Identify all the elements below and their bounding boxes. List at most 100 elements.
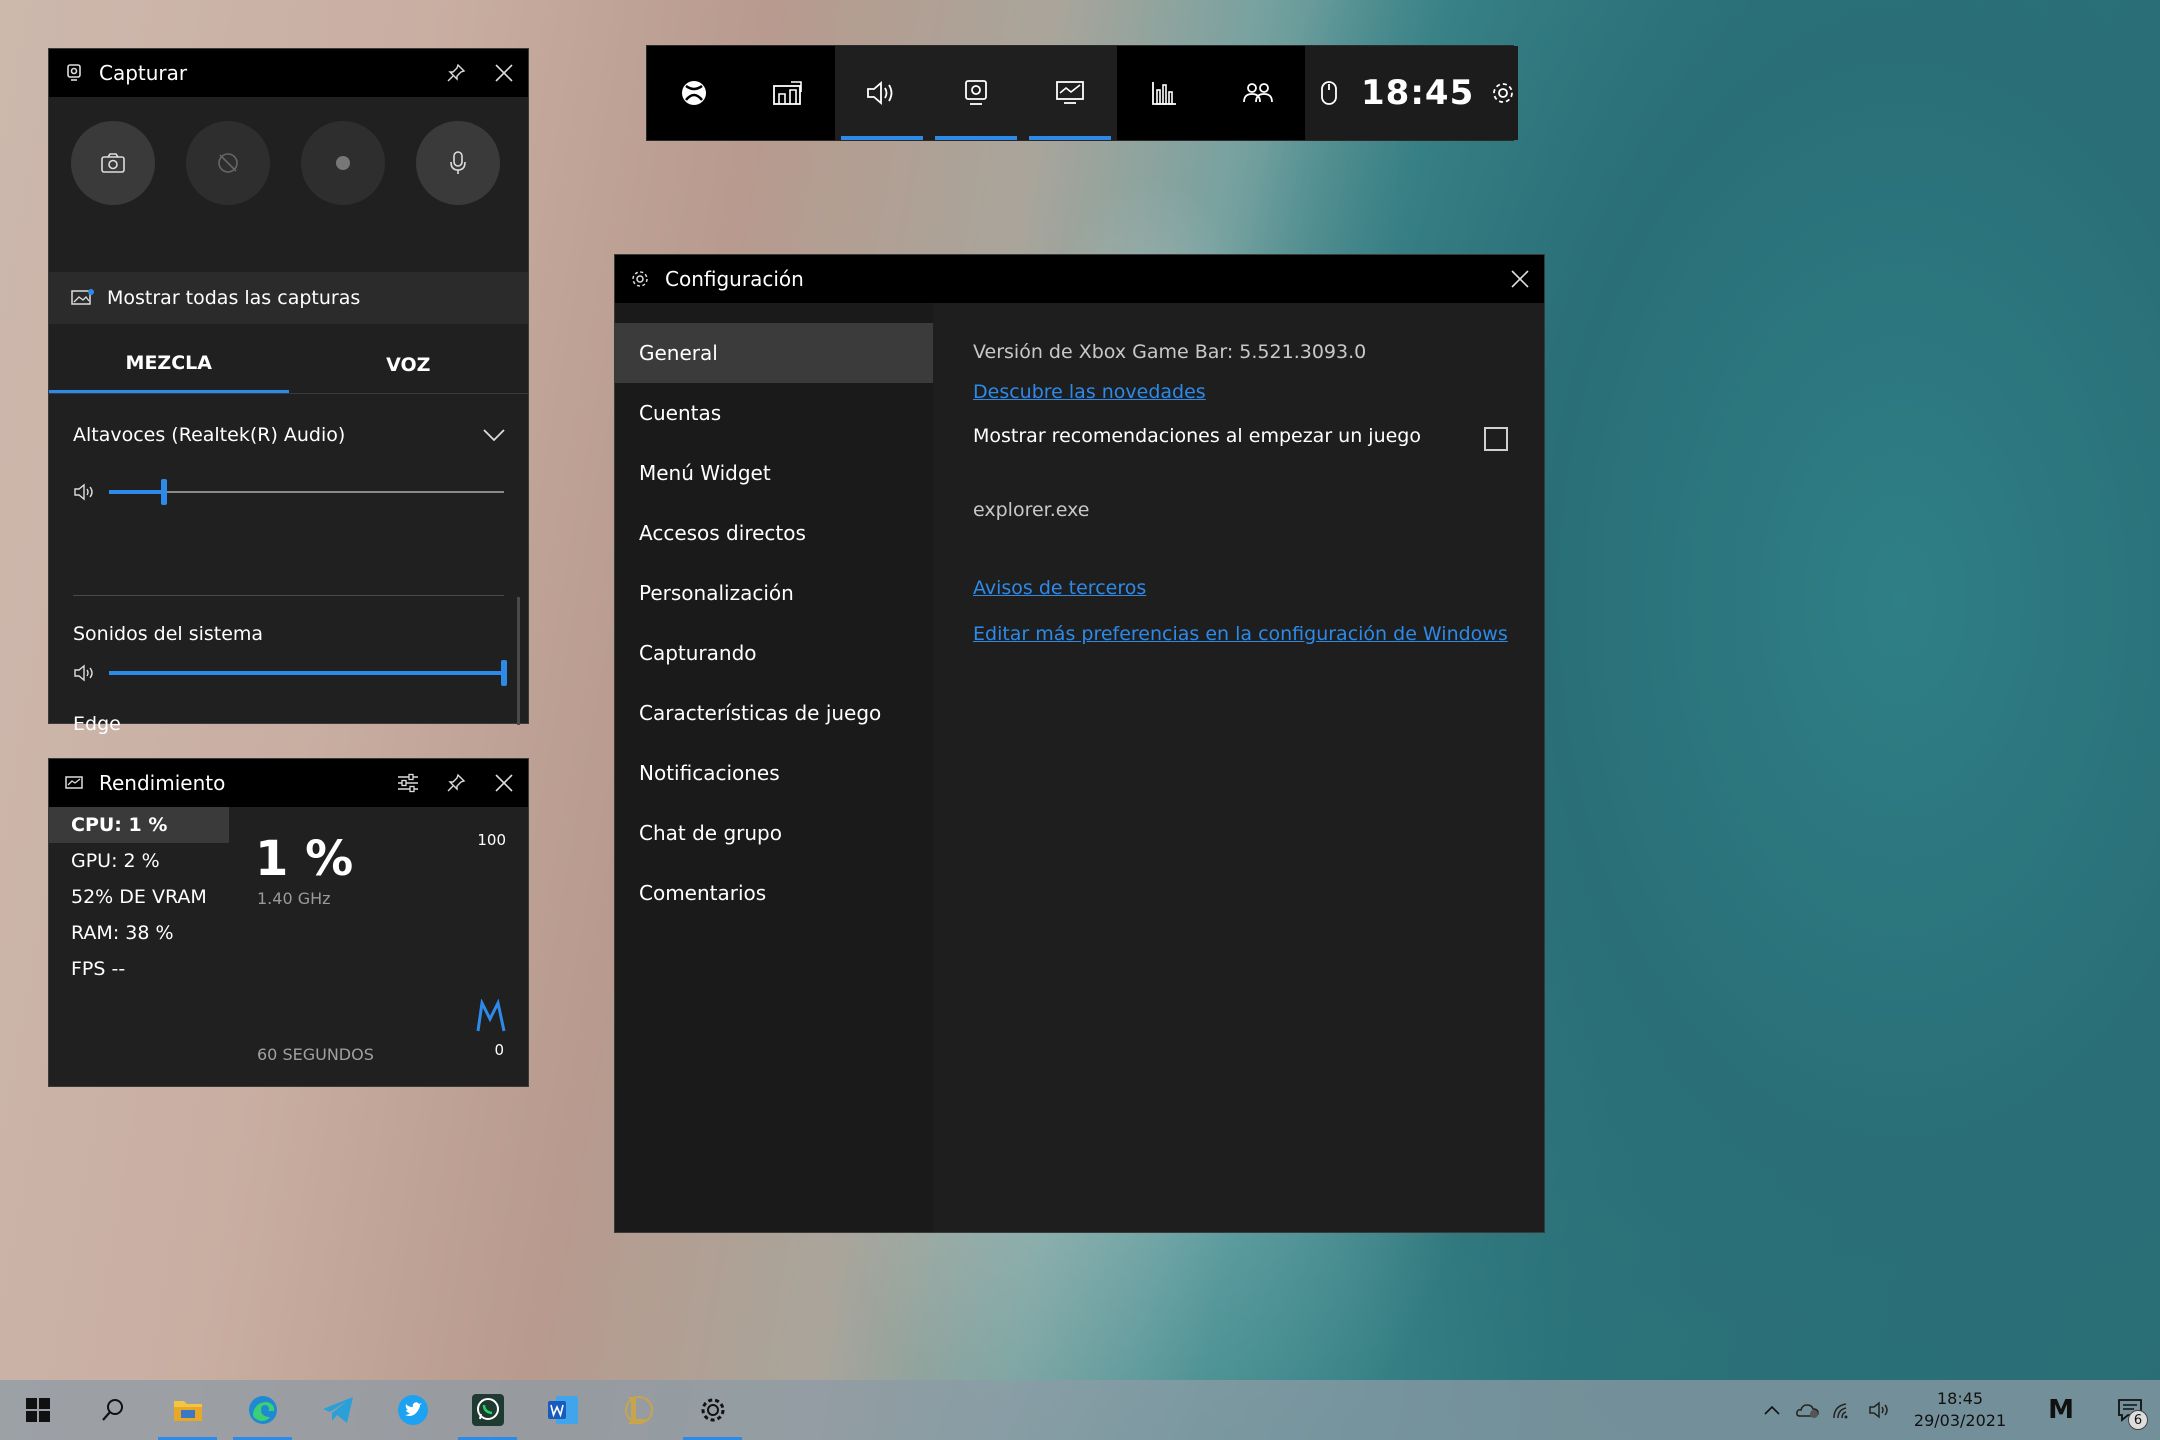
taskbar-league[interactable] [600, 1380, 675, 1440]
game-bar: 18:45 [646, 45, 1519, 141]
show-all-captures-link[interactable]: Mostrar todas las capturas [49, 272, 528, 324]
nav-group-chat[interactable]: Chat de grupo [615, 803, 933, 863]
output-device-select[interactable]: Altavoces (Realtek(R) Audio) [73, 415, 506, 455]
metric-cpu[interactable]: CPU: 1 % [49, 807, 229, 843]
whats-new-link[interactable]: Descubre las novedades [973, 381, 1206, 403]
performance-button[interactable] [1023, 46, 1117, 140]
speaker-icon [73, 482, 99, 502]
third-party-notices-link[interactable]: Avisos de terceros [973, 577, 1146, 599]
graph-min-label: 0 [494, 1041, 504, 1059]
taskbar-settings[interactable] [675, 1380, 750, 1440]
settings-titlebar[interactable]: Configuración [615, 255, 1544, 303]
nav-capturing[interactable]: Capturando [615, 623, 933, 683]
tab-mix[interactable]: MEZCLA [49, 336, 289, 393]
nav-personalization[interactable]: Personalización [615, 563, 933, 623]
active-underline [841, 136, 923, 140]
options-icon[interactable] [384, 759, 432, 807]
taskbar-word[interactable] [525, 1380, 600, 1440]
chevron-down-icon [483, 429, 505, 442]
cpu-usage-value: 1 % [255, 831, 354, 887]
close-icon[interactable] [1496, 255, 1544, 303]
process-name: explorer.exe [973, 499, 1090, 521]
tab-voice[interactable]: VOZ [289, 336, 529, 393]
metric-vram[interactable]: 52% DE VRAM [49, 879, 229, 915]
taskbar-file-explorer[interactable] [150, 1380, 225, 1440]
taskbar-whatsapp[interactable] [450, 1380, 525, 1440]
volume-icon[interactable] [1862, 1380, 1898, 1440]
pin-icon[interactable] [432, 49, 480, 97]
device-volume-thumb[interactable] [161, 479, 168, 505]
system-tray: 18:45 29/03/2021 M 6 [1754, 1380, 2160, 1440]
nav-general[interactable]: General [615, 323, 933, 383]
capture-widget-icon [61, 63, 87, 83]
performance-titlebar[interactable]: Rendimiento [49, 759, 528, 807]
whatsapp-icon [471, 1394, 504, 1426]
system-sounds-track[interactable] [109, 660, 507, 686]
nav-shortcuts[interactable]: Accesos directos [615, 503, 933, 563]
nav-gaming-features[interactable]: Características de juego [615, 683, 933, 743]
xbox-icon [682, 81, 706, 105]
close-icon[interactable] [480, 759, 528, 807]
action-center-button[interactable]: 6 [2100, 1380, 2160, 1440]
nav-feedback[interactable]: Comentarios [615, 863, 933, 923]
taskbar-edge[interactable] [225, 1380, 300, 1440]
start-recording-button[interactable] [301, 121, 385, 205]
game-bar-status: 18:45 [1305, 46, 1519, 140]
performance-metric-list: CPU: 1 % GPU: 2 % 52% DE VRAM RAM: 38 % … [49, 807, 229, 987]
gear-icon [627, 269, 653, 289]
nav-accounts[interactable]: Cuentas [615, 383, 933, 443]
game-bar-clock: 18:45 [1361, 73, 1475, 113]
pin-icon[interactable] [432, 759, 480, 807]
widget-menu-button[interactable] [741, 46, 835, 140]
capture-titlebar[interactable]: Capturar [49, 49, 528, 97]
record-last-icon [218, 153, 238, 173]
performance-title: Rendimiento [99, 771, 226, 795]
capture-widget: Capturar Mostrar todas las capturas MEZC… [48, 48, 529, 735]
settings-gear-icon[interactable] [1488, 78, 1518, 108]
wifi-icon[interactable] [1826, 1380, 1862, 1440]
onedrive-icon[interactable] [1790, 1380, 1826, 1440]
chevron-up-icon[interactable] [1754, 1380, 1790, 1440]
search-button[interactable] [75, 1380, 150, 1440]
system-sounds-thumb[interactable] [501, 660, 507, 686]
record-last-button[interactable] [186, 121, 270, 205]
device-volume-track[interactable] [109, 479, 504, 505]
word-icon [547, 1396, 578, 1424]
recommendations-row: Mostrar recomendaciones al empezar un ju… [973, 421, 1508, 451]
social-button[interactable] [1211, 46, 1305, 140]
m-app-icon[interactable]: M [2022, 1395, 2100, 1425]
nav-widget-menu[interactable]: Menú Widget [615, 443, 933, 503]
output-device-label: Altavoces (Realtek(R) Audio) [73, 424, 346, 446]
settings-title: Configuración [665, 267, 804, 291]
close-icon[interactable] [480, 49, 528, 97]
settings-content: Versión de Xbox Game Bar: 5.521.3093.0 D… [933, 303, 1544, 1232]
nav-notifications[interactable]: Notificaciones [615, 743, 933, 803]
resources-button[interactable] [1117, 46, 1211, 140]
edge-icon [248, 1396, 277, 1424]
microphone-button[interactable] [416, 121, 500, 205]
mouse-icon[interactable] [1317, 78, 1341, 108]
taskbar-clock[interactable]: 18:45 29/03/2021 [1898, 1388, 2022, 1432]
recommendations-label: Mostrar recomendaciones al empezar un ju… [973, 425, 1421, 447]
performance-widget: Rendimiento CPU: 1 % GPU: 2 % 52% DE VRA… [48, 758, 529, 1087]
clock-date: 29/03/2021 [1913, 1411, 2007, 1430]
xbox-button[interactable] [647, 46, 741, 140]
screenshot-button[interactable] [71, 121, 155, 205]
system-sounds-volume-slider[interactable] [73, 658, 507, 688]
metric-ram[interactable]: RAM: 38 % [49, 915, 229, 951]
capture-button[interactable] [929, 46, 1023, 140]
mixer-scrollbar[interactable] [517, 597, 520, 725]
recommendations-checkbox[interactable] [1484, 427, 1508, 451]
start-button[interactable] [0, 1380, 75, 1440]
performance-widget-icon [61, 773, 87, 793]
twitter-icon [397, 1395, 428, 1425]
capture-title: Capturar [99, 61, 188, 85]
device-volume-slider[interactable] [73, 477, 504, 507]
audio-button[interactable] [835, 46, 929, 140]
taskbar-telegram[interactable] [300, 1380, 375, 1440]
cpu-frequency: 1.40 GHz [257, 889, 331, 908]
windows-settings-link[interactable]: Editar más preferencias en la configurac… [973, 623, 1508, 645]
metric-fps[interactable]: FPS -- [49, 951, 229, 987]
taskbar-twitter[interactable] [375, 1380, 450, 1440]
metric-gpu[interactable]: GPU: 2 % [49, 843, 229, 879]
